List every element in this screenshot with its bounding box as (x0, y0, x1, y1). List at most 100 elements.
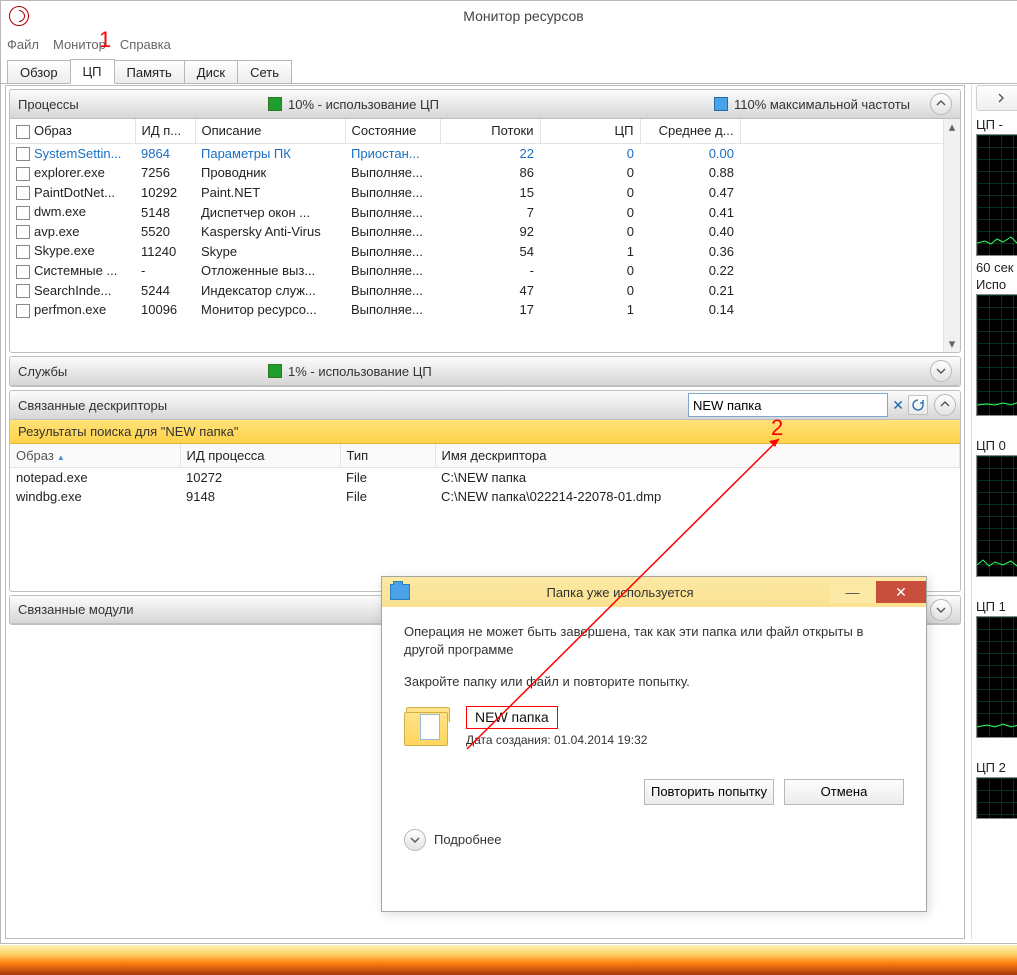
dialog-title: Папка уже используется (410, 585, 830, 600)
taskbar-background (0, 945, 1017, 975)
annotation-1: 1 (99, 27, 111, 53)
green-square-icon (268, 364, 282, 378)
window-title: Монитор ресурсов (29, 8, 1017, 24)
tab-memory[interactable]: Память (114, 60, 185, 83)
row-checkbox[interactable] (16, 265, 30, 279)
menu-help[interactable]: Справка (120, 37, 171, 52)
services-legend: 1% - использование ЦП (268, 364, 432, 379)
processes-scrollbar[interactable]: ▴ ▾ (943, 119, 960, 352)
expand-services-button[interactable] (930, 360, 952, 382)
process-row[interactable]: avp.exe5520Kaspersky Anti-VirusВыполняе.… (10, 222, 960, 242)
row-checkbox[interactable] (16, 245, 30, 259)
processes-title: Процессы (18, 97, 268, 112)
more-details-toggle[interactable]: Подробнее (382, 821, 926, 859)
row-checkbox[interactable] (16, 147, 30, 161)
row-checkbox[interactable] (16, 225, 30, 239)
process-row[interactable]: Системные ...-Отложенные выз...Выполняе.… (10, 261, 960, 281)
processes-header[interactable]: Процессы 10% - использование ЦП 110% мак… (10, 90, 960, 119)
services-section: Службы 1% - использование ЦП (9, 356, 961, 387)
process-row[interactable]: dwm.exe5148Диспетчер окон ...Выполняе...… (10, 202, 960, 222)
services-header[interactable]: Службы 1% - использование ЦП (10, 357, 960, 386)
menu-monitor[interactable]: Монитор (53, 37, 106, 52)
charts-expand-button[interactable] (976, 85, 1017, 111)
process-row[interactable]: explorer.exe7256ПроводникВыполняе...8600… (10, 163, 960, 183)
chart-label-cpu1: ЦП 1 (976, 599, 1017, 614)
chart-label-cpu: ЦП - (976, 117, 1017, 132)
process-row[interactable]: SearchInde...5244Индексатор служ...Выпол… (10, 281, 960, 301)
retry-button[interactable]: Повторить попытку (644, 779, 774, 805)
process-row[interactable]: perfmon.exe10096Монитор ресурсо...Выполн… (10, 300, 960, 320)
modules-title: Связанные модули (18, 602, 133, 617)
annotation-2: 2 (771, 415, 783, 441)
handles-header[interactable]: Связанные дескрипторы ✕ (10, 391, 960, 420)
row-checkbox[interactable] (16, 206, 30, 220)
cancel-button[interactable]: Отмена (784, 779, 904, 805)
process-row[interactable]: Skype.exe11240SkypeВыполняе...5410.36 (10, 241, 960, 261)
menu-file[interactable]: Файл (7, 37, 39, 52)
close-button[interactable]: ✕ (876, 581, 926, 603)
chart-label-60s: 60 сек (976, 260, 1017, 275)
processes-section: Процессы 10% - использование ЦП 110% мак… (9, 89, 961, 353)
row-checkbox[interactable] (16, 186, 30, 200)
handles-section: Связанные дескрипторы ✕ Результаты поиск… (9, 390, 961, 592)
tab-disk[interactable]: Диск (184, 60, 238, 83)
chart-cpu-total (976, 134, 1017, 256)
chart-label-usage: Испо (976, 277, 1017, 292)
col-cpu[interactable]: ЦП (540, 119, 640, 143)
tab-strip: Обзор ЦП Память Диск Сеть (1, 57, 1017, 84)
resource-monitor-window: Монитор ресурсов Файл Монитор Справка 1 … (0, 0, 1017, 944)
col-status[interactable]: Состояние (345, 119, 440, 143)
chart-cpu0 (976, 455, 1017, 577)
process-row[interactable]: PaintDotNet...10292Paint.NETВыполняе...1… (10, 183, 960, 203)
clear-search-icon[interactable]: ✕ (892, 397, 904, 414)
row-checkbox[interactable] (16, 284, 30, 298)
chart-label-cpu0: ЦП 0 (976, 438, 1017, 453)
folder-in-use-dialog: Папка уже используется — ✕ Операция не м… (381, 576, 927, 912)
collapse-processes-button[interactable] (930, 93, 952, 115)
dialog-file-info: NEW папка Дата создания: 01.04.2014 19:3… (404, 706, 904, 747)
handle-row[interactable]: windbg.exe9148FileC:\NEW папка\022214-22… (10, 487, 960, 506)
chart-cpu1 (976, 616, 1017, 738)
minimize-button[interactable]: — (830, 581, 875, 603)
hcol-name[interactable]: Имя дескриптора (435, 444, 960, 468)
folder-icon (390, 584, 410, 600)
hcol-type[interactable]: Тип (340, 444, 435, 468)
cpu-usage-legend: 10% - использование ЦП (268, 97, 439, 112)
collapse-handles-button[interactable] (934, 394, 956, 416)
row-checkbox[interactable] (16, 167, 30, 181)
cpu-freq-legend: 110% максимальной частоты (714, 97, 910, 112)
processes-grid: Образ ИД п... Описание Состояние Потоки … (10, 119, 960, 352)
tab-cpu[interactable]: ЦП (70, 59, 115, 84)
col-threads[interactable]: Потоки (440, 119, 540, 143)
chart-label-cpu2: ЦП 2 (976, 760, 1017, 775)
refresh-search-button[interactable] (908, 395, 928, 415)
dialog-message-1: Операция не может быть завершена, так ка… (404, 623, 904, 659)
col-avg[interactable]: Среднее д... (640, 119, 740, 143)
handles-title: Связанные дескрипторы (18, 398, 167, 413)
expand-modules-button[interactable] (930, 599, 952, 621)
checkbox-all[interactable] (16, 125, 30, 139)
col-image[interactable]: Образ (10, 119, 135, 143)
charts-panel: ЦП - 60 сек Испо ЦП 0 ЦП 1 ЦП 2 (971, 85, 1017, 939)
app-icon (9, 6, 29, 26)
process-row[interactable]: SystemSettin...9864Параметры ПКПриостан.… (10, 143, 960, 163)
scroll-down-icon[interactable]: ▾ (944, 336, 960, 352)
blue-square-icon (714, 97, 728, 111)
col-desc[interactable]: Описание (195, 119, 345, 143)
hcol-pid[interactable]: ИД процесса (180, 444, 340, 468)
chart-cpu-service (976, 294, 1017, 416)
col-pid[interactable]: ИД п... (135, 119, 195, 143)
menubar: Файл Монитор Справка 1 (1, 31, 1017, 57)
chevron-down-icon (404, 829, 426, 851)
handles-search-input[interactable] (688, 393, 888, 417)
tab-overview[interactable]: Обзор (7, 60, 71, 83)
handle-row[interactable]: notepad.exe10272FileC:\NEW папка (10, 468, 960, 488)
row-checkbox[interactable] (16, 304, 30, 318)
tab-network[interactable]: Сеть (237, 60, 292, 83)
hcol-image[interactable]: Образ▲ (10, 444, 180, 468)
dialog-titlebar[interactable]: Папка уже используется — ✕ (382, 577, 926, 607)
handles-grid: Образ▲ ИД процесса Тип Имя дескриптора n… (10, 444, 960, 591)
search-results-banner: Результаты поиска для "NEW папка" (10, 420, 960, 444)
scroll-up-icon[interactable]: ▴ (944, 119, 960, 135)
chart-cpu2 (976, 777, 1017, 819)
